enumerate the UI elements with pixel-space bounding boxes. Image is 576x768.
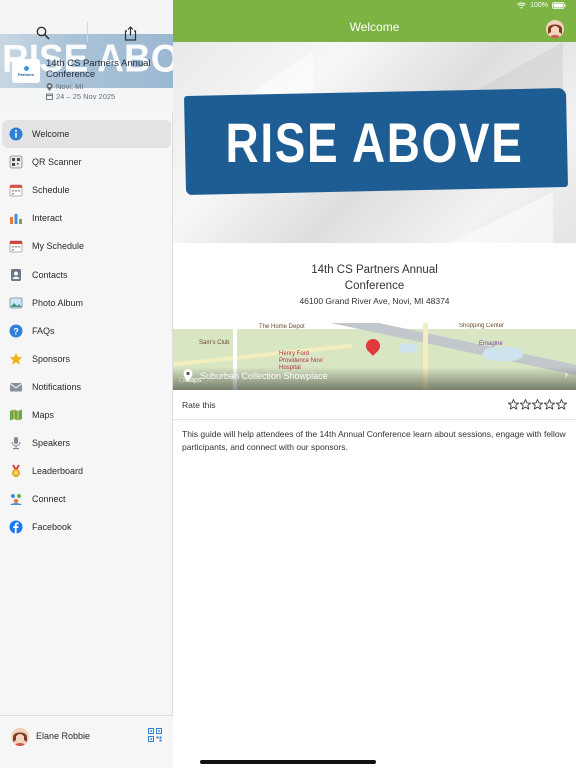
sidebar-item-label: Connect: [32, 494, 66, 505]
user-name: Elane Robbie: [36, 731, 91, 741]
envelope-icon: [9, 380, 23, 394]
sidebar-item-welcome[interactable]: Welcome: [2, 120, 171, 149]
avatar[interactable]: [11, 728, 29, 746]
map-label-sams-club: Sam's Club: [199, 340, 230, 346]
status-bar: 100%: [517, 2, 566, 9]
rating-stars: [507, 397, 568, 410]
calendar-small-icon: [46, 93, 53, 100]
star-icon[interactable]: [555, 397, 568, 410]
battery-icon: [552, 2, 566, 9]
home-indicator[interactable]: [200, 760, 376, 764]
sidebar-item-connect[interactable]: Connect: [0, 485, 173, 513]
connect-icon: [9, 492, 23, 506]
event-location: Novi, MI: [46, 82, 84, 91]
speaker-icon: [9, 436, 23, 450]
hero-text: RISE ABOVE: [225, 111, 524, 174]
sidebar-item-label: Notifications: [32, 381, 82, 392]
sidebar-item-label: Photo Album: [32, 297, 84, 308]
map-place-name: Suburban Collection Showplace: [200, 371, 328, 381]
sidebar-item-speakers[interactable]: Speakers: [0, 429, 173, 457]
map-pin-icon: [363, 336, 383, 356]
my-schedule-icon: [9, 239, 23, 253]
sidebar-item-qr-scanner[interactable]: QR Scanner: [0, 148, 173, 176]
sidebar-item-label: My Schedule: [32, 241, 85, 252]
rate-row: Rate this: [173, 390, 576, 420]
event-logo: Partners: [12, 59, 40, 83]
photo-album-icon: [9, 296, 23, 310]
sidebar-item-contacts[interactable]: Contacts: [0, 260, 173, 288]
sidebar-item-label: Speakers: [32, 438, 71, 449]
sidebar-item-label: Schedule: [32, 185, 70, 196]
sidebar-item-label: FAQs: [32, 325, 55, 336]
sidebar-item-facebook[interactable]: Facebook: [0, 513, 173, 541]
svg-text:?: ?: [13, 326, 19, 336]
event-dates: 24 – 25 Nov 2025: [46, 92, 115, 101]
interact-icon: [9, 211, 23, 225]
sidebar-item-faqs[interactable]: ? FAQs: [0, 317, 173, 345]
sidebar-item-label: Contacts: [32, 269, 68, 280]
top-bar: 100% Welcome: [173, 0, 576, 42]
search-icon[interactable]: [32, 22, 54, 44]
star-icon[interactable]: [531, 397, 544, 410]
map-preview[interactable]: The Home Depot Sam's Club Shopping Cente…: [173, 323, 576, 390]
share-icon[interactable]: [119, 22, 141, 44]
event-description: This guide will help attendees of the 14…: [182, 429, 566, 452]
sidebar-item-label: Facebook: [32, 522, 72, 533]
medal-icon: [9, 464, 23, 478]
map-icon: [9, 408, 23, 422]
sidebar-item-label: Maps: [32, 409, 55, 420]
sidebar-item-label: Sponsors: [32, 353, 71, 364]
star-icon[interactable]: [519, 397, 532, 410]
wifi-icon: [517, 2, 526, 9]
event-info: 14th CS Partners Annual Conference 46100…: [173, 262, 576, 306]
sidebar-nav: Welcome QR Scanner Schedule Interact My Sche…: [0, 120, 173, 541]
sidebar-item-label: Interact: [32, 213, 63, 224]
map-label-home-depot: The Home Depot: [259, 324, 305, 330]
sidebar-footer: Elane Robbie: [0, 715, 173, 768]
qr-code-icon[interactable]: [148, 728, 162, 742]
header-divider: [87, 22, 88, 42]
event-title: 14th CS Partners Annual Conference: [46, 58, 151, 80]
map-label-shopping-center: Shopping Center: [459, 323, 505, 329]
sidebar-item-sponsors[interactable]: Sponsors: [0, 345, 173, 373]
contacts-icon: [9, 268, 23, 282]
map-label-emagine: Emagine: [479, 341, 503, 347]
sidebar-header: RISE ABOVE Partners 14th CS Partners Ann…: [0, 0, 173, 112]
main-content: 100% Welcome RISE ABOVE 14th CS Partners…: [173, 0, 576, 768]
chevron-right-icon: ›: [564, 369, 568, 381]
sidebar-item-label: Leaderboard: [32, 466, 84, 477]
event-name-line2: Conference: [344, 280, 405, 292]
sidebar-item-my-schedule[interactable]: My Schedule: [0, 232, 173, 260]
facebook-icon: [9, 520, 23, 534]
rate-label: Rate this: [182, 400, 216, 410]
location-pin-icon: [46, 82, 53, 91]
hero-banner: RISE ABOVE: [173, 42, 576, 243]
profile-avatar[interactable]: [546, 20, 564, 38]
sidebar-item-leaderboard[interactable]: Leaderboard: [0, 457, 173, 485]
event-name-line1: 14th CS Partners Annual: [311, 264, 438, 276]
event-address: 46100 Grand River Ave, Novi, MI 48374: [299, 296, 450, 306]
sidebar-item-schedule[interactable]: Schedule: [0, 176, 173, 204]
star-icon: [9, 352, 23, 366]
sidebar-item-label: Welcome: [32, 129, 70, 140]
sidebar-item-notifications[interactable]: Notifications: [0, 373, 173, 401]
sidebar-item-maps[interactable]: Maps: [0, 401, 173, 429]
sidebar: RISE ABOVE Partners 14th CS Partners Ann…: [0, 0, 173, 768]
star-icon[interactable]: [507, 397, 520, 410]
page-title: Welcome: [349, 20, 400, 34]
sidebar-item-interact[interactable]: Interact: [0, 204, 173, 232]
star-icon[interactable]: [543, 397, 556, 410]
info-icon: [9, 127, 23, 141]
battery-percent: 100%: [530, 2, 548, 9]
sidebar-item-photo-album[interactable]: Photo Album: [0, 289, 173, 317]
calendar-icon: [9, 183, 23, 197]
qr-scanner-icon: [9, 155, 23, 169]
sidebar-item-label: QR Scanner: [32, 157, 82, 168]
maps-credit: Maps: [179, 377, 201, 384]
help-icon: ?: [9, 324, 23, 338]
